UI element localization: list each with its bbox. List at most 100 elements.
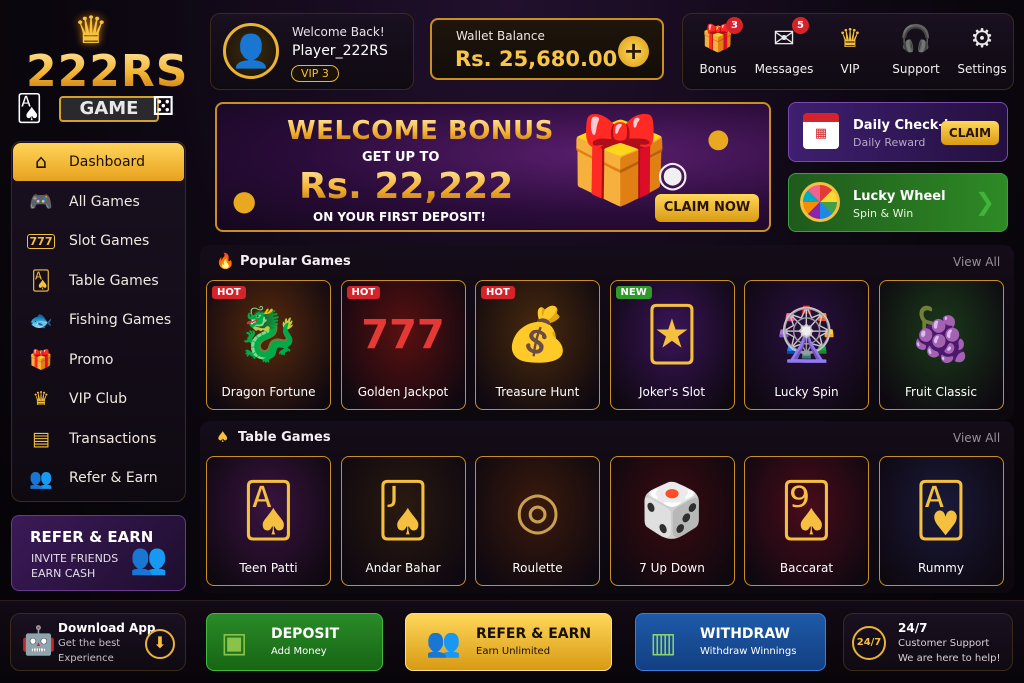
game-name: Golden Jackpot	[357, 385, 449, 399]
claim-now-button[interactable]: CLAIM NOW	[655, 194, 759, 222]
game-art-icon: 🂩	[779, 481, 834, 541]
support-card[interactable]: 24/7 24/7 Customer Support We are here t…	[843, 613, 1013, 671]
game-name: Andar Bahar	[365, 561, 441, 575]
claim-button[interactable]: CLAIM	[941, 121, 999, 145]
popular-view-all-link[interactable]: View All	[953, 255, 1000, 269]
vip-level-badge: VIP 3	[291, 65, 339, 82]
poker-chip-icon: ◉	[657, 154, 689, 195]
download-icon[interactable]: ⬇	[145, 629, 175, 659]
table-game-tile-andar-bahar[interactable]: 🂫 Andar Bahar	[340, 456, 466, 586]
game-name: 7 Up Down	[639, 561, 705, 575]
avatar[interactable]: 👤	[223, 23, 279, 79]
topnav-label: Bonus	[699, 62, 737, 76]
game-art-icon: 💰	[505, 305, 570, 365]
popular-game-tile-treasure-hunt[interactable]: 💰 HOT Treasure Hunt	[475, 280, 600, 410]
users-icon: 👥	[426, 626, 461, 659]
deposit-sub: Add Money	[271, 646, 327, 657]
table-game-tile-teen-patti[interactable]: 🂡 Teen Patti	[206, 456, 331, 586]
deposit-title: DEPOSIT	[271, 626, 340, 642]
withdraw-title: WITHDRAW	[700, 626, 790, 642]
withdraw-sub: Withdraw Winnings	[700, 646, 797, 657]
table-view-all-link[interactable]: View All	[953, 431, 1000, 445]
table-game-tile-7-up-down[interactable]: 🎲 7 Up Down	[609, 456, 735, 586]
table-games-section: ♠ Table Games View All 🂡 Teen Patti 🂫 Andar…	[200, 421, 1014, 593]
topnav-support[interactable]: 🎧 Support	[883, 14, 949, 91]
game-name: Baccarat	[779, 561, 834, 575]
crown-icon: ♛	[838, 24, 862, 54]
brand-subtitle: GAME	[59, 96, 159, 122]
game-name: Treasure Hunt	[495, 385, 580, 399]
sidebar-item-label: VIP Club	[69, 391, 128, 407]
withdraw-button[interactable]: ▥ WITHDRAW Withdraw Winnings	[635, 613, 826, 671]
gift-icon: 🎁	[29, 349, 53, 371]
wheel-title: Lucky Wheel	[853, 189, 946, 204]
download-line1: Get the best	[58, 638, 121, 649]
sidebar-item-label: Transactions	[69, 430, 157, 447]
popular-game-tile-fruit-classic[interactable]: 🍇 Fruit Classic	[878, 280, 1004, 410]
support-title: 24/7	[898, 621, 928, 635]
tag-badge: NEW	[615, 286, 652, 299]
table-game-tile-roulette[interactable]: ◎ Roulette	[475, 456, 600, 586]
topnav-label: VIP	[840, 62, 860, 76]
sidebar-item-all-games[interactable]: 🎮 All Games	[13, 183, 184, 221]
sidebar-item-table-games[interactable]: 🂡 Table Games	[13, 262, 184, 300]
sidebar-item-transactions[interactable]: ▤ Transactions	[13, 420, 184, 458]
wheel-icon	[800, 182, 840, 222]
game-art-icon: 🃏	[645, 305, 699, 365]
table-game-tile-baccarat[interactable]: 🂩 Baccarat	[744, 456, 869, 586]
popular-game-tile-dragon-fortune[interactable]: 🐉 HOT Dragon Fortune	[206, 280, 331, 410]
sidebar-item-slot-games[interactable]: 777 Slot Games	[13, 222, 184, 260]
app-root: ♛ 222RS 🂡 GAME ⚄ ⌂ Dashboard 🎮 All Games 777…	[0, 0, 1024, 683]
sidebar-item-refer-earn[interactable]: 👥 Refer & Earn	[13, 459, 184, 497]
table-game-tile-rummy[interactable]: 🂱 Rummy	[878, 456, 1004, 586]
sidebar-item-label: Table Games	[69, 272, 159, 289]
brand-name: 222RS	[26, 46, 189, 97]
game-art-icon: 777	[361, 312, 445, 358]
game-name: Dragon Fortune	[221, 385, 316, 399]
lucky-wheel-card[interactable]: Lucky Wheel Spin & Win ❯	[788, 173, 1008, 232]
brand-logo[interactable]: ♛ 222RS 🂡 GAME ⚄	[14, 8, 189, 136]
topnav-vip[interactable]: ♛ VIP	[817, 14, 883, 91]
sidebar-item-vip-club[interactable]: ♛ VIP Club	[13, 380, 184, 418]
download-app-card[interactable]: 🤖 Download App Get the best Experience ⬇	[10, 613, 186, 671]
download-line2: Experience	[58, 653, 114, 664]
sidebar-item-label: Dashboard	[69, 154, 145, 170]
wallet-balance-card: Wallet Balance Rs. 25,680.00 +	[430, 18, 664, 80]
gamepad-icon: 🎮	[29, 191, 53, 213]
refer-card-line2: EARN CASH	[31, 567, 96, 580]
android-icon: 🤖	[21, 624, 56, 657]
popular-games-title: Popular Games	[240, 254, 351, 269]
topnav-label: Settings	[957, 62, 1007, 76]
user-profile-card[interactable]: 👤 Welcome Back! Player_222RS VIP 3	[210, 13, 414, 90]
daily-checkin-card[interactable]: ▦ Daily Check-in Daily Reward CLAIM	[788, 102, 1008, 162]
sidebar-item-label: Slot Games	[69, 233, 150, 249]
game-name: Rummy	[918, 561, 964, 575]
topnav-messages[interactable]: ✉ Messages 5	[751, 14, 817, 91]
deposit-button[interactable]: ▣ DEPOSIT Add Money	[206, 613, 383, 671]
notification-badge: 5	[792, 17, 809, 34]
topnav-label: Support	[892, 62, 940, 76]
banner-heading: WELCOME BONUS	[287, 116, 554, 146]
sidebar-item-fishing-games[interactable]: 🐟 Fishing Games	[13, 301, 184, 339]
checkin-sub: Daily Reward	[853, 136, 926, 149]
topnav-bonus[interactable]: 🎁 Bonus 3	[685, 14, 751, 91]
sidebar-item-promo[interactable]: 🎁 Promo	[13, 341, 184, 379]
popular-game-tile-golden-jackpot[interactable]: 777 HOT Golden Jackpot	[340, 280, 466, 410]
topnav-settings[interactable]: ⚙ Settings	[949, 14, 1015, 91]
refer-title: REFER & EARN	[476, 626, 592, 642]
welcome-bonus-banner[interactable]: ● ● WELCOME BONUS GET UP TO Rs. 22,222 O…	[215, 102, 771, 232]
game-art-icon: 🂫	[376, 481, 430, 541]
chevron-right-icon: ❯	[975, 188, 996, 216]
sidebar-nav: ⌂ Dashboard 🎮 All Games 777 Slot Games 🂡 Table …	[11, 141, 186, 502]
add-funds-button[interactable]: +	[618, 36, 649, 67]
refer-earn-button[interactable]: 👥 REFER & EARN Earn Unlimited	[405, 613, 612, 671]
popular-game-tile-lucky-spin[interactable]: 🎡 Lucky Spin	[744, 280, 869, 410]
table-games-title: Table Games	[238, 430, 331, 445]
refer-earn-card[interactable]: REFER & EARN INVITE FRIENDS EARN CASH 👥	[11, 515, 186, 591]
game-name: Teen Patti	[239, 561, 298, 575]
coin-icon: ●	[707, 124, 730, 154]
sidebar-item-dashboard[interactable]: ⌂ Dashboard	[13, 143, 184, 181]
top-nav: 🎁 Bonus 3 ✉ Messages 5 ♛ VIP 🎧 Support ⚙ Settings	[682, 13, 1014, 90]
popular-game-tile-joker-s-slot[interactable]: 🃏 NEW Joker's Slot	[609, 280, 735, 410]
vip-crown-icon: ♛	[32, 388, 50, 410]
